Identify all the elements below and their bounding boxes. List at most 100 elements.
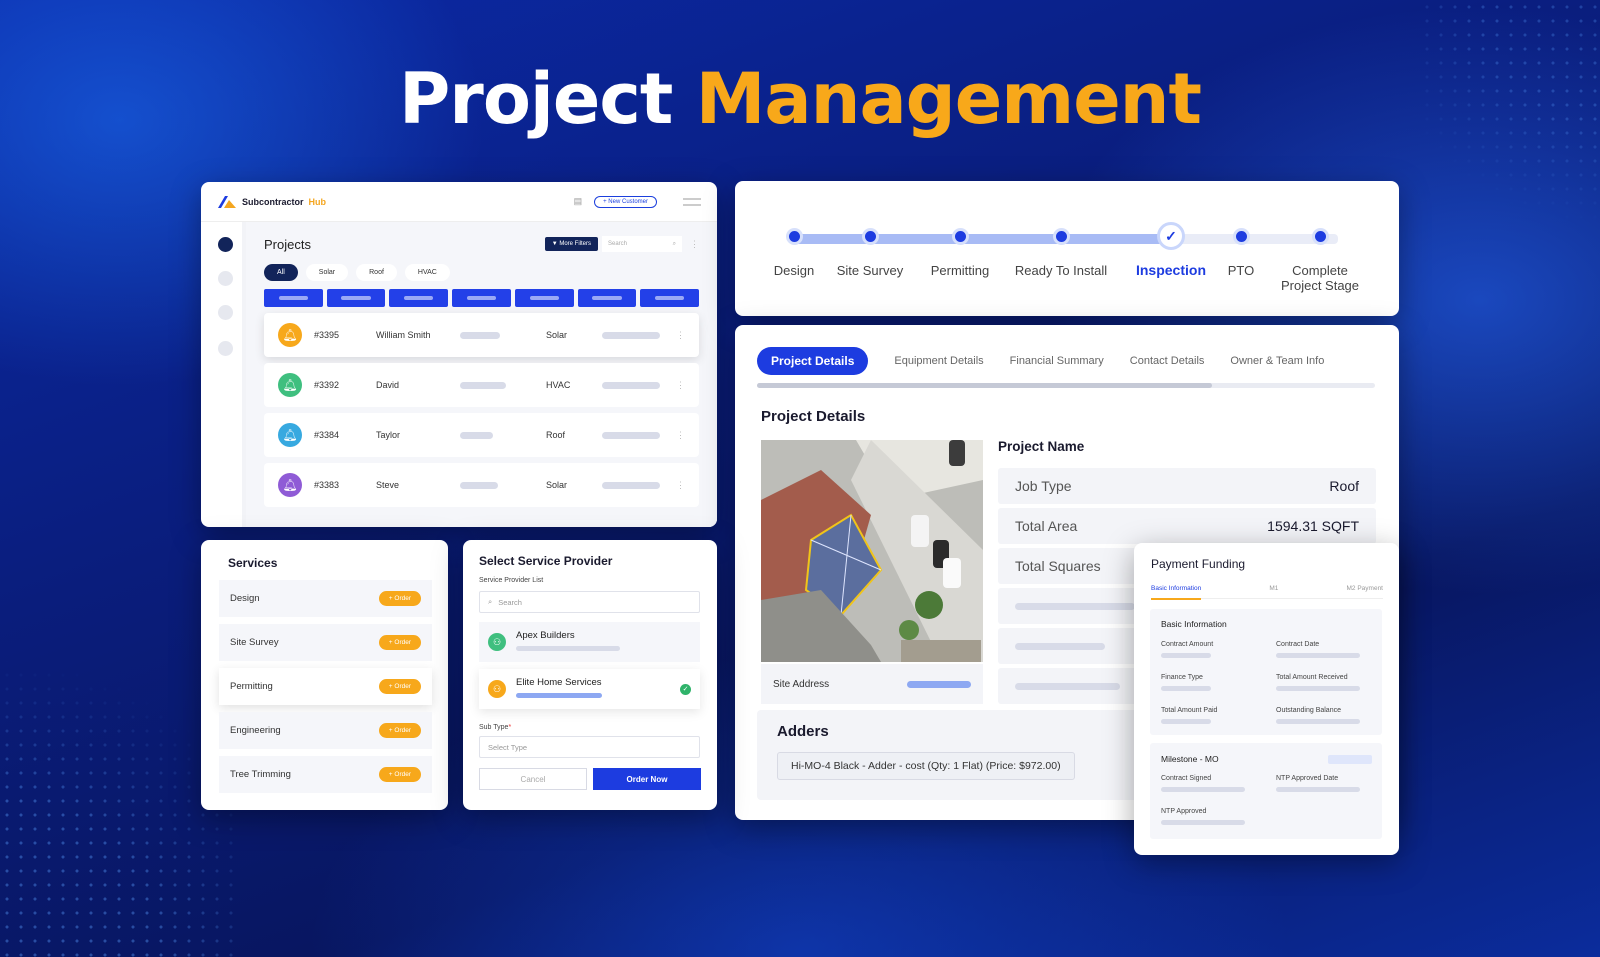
details-tab[interactable]: Owner & Team Info	[1230, 355, 1324, 367]
details-tab[interactable]: Financial Summary	[1010, 355, 1104, 367]
payment-tab-basic[interactable]: Basic Information	[1151, 585, 1202, 600]
step-node-current[interactable]: ✓	[1157, 222, 1185, 250]
row-more-icon[interactable]: ⋮	[676, 480, 685, 491]
field-total-area: Total Area 1594.31 SQFT	[998, 508, 1376, 544]
payment-field-value	[1276, 653, 1360, 658]
payment-field-value	[1276, 719, 1360, 724]
step-node[interactable]	[1312, 228, 1329, 245]
project-id: #3392	[314, 380, 340, 390]
projects-search-input[interactable]: Search ⌕	[602, 236, 682, 252]
order-button[interactable]: + Order	[378, 723, 421, 738]
menu-icon[interactable]	[683, 197, 701, 206]
order-button[interactable]: + Order	[378, 635, 421, 650]
customer-name: David	[376, 380, 400, 390]
adder-item: Hi-MO-4 Black - Adder - cost (Qty: 1 Fla…	[777, 752, 1075, 780]
payment-field-value	[1161, 787, 1245, 792]
projects-card: Subcontractor Hub ▤ + New Customer Projec…	[201, 182, 717, 527]
table-row[interactable]: 🔔︎ #3392 David HVAC ⋮	[264, 363, 699, 407]
details-tab[interactable]: Equipment Details	[894, 355, 983, 367]
projects-title: Projects	[264, 236, 311, 252]
sidebar-item-4[interactable]	[218, 341, 233, 356]
search-icon: ⌕	[488, 597, 493, 606]
tabs-scrollbar[interactable]	[757, 383, 1375, 388]
details-tab[interactable]: Project Details	[757, 347, 869, 375]
provider-search-input[interactable]: ⌕ Search	[479, 591, 700, 613]
provider-list-label: Service Provider List	[479, 577, 544, 584]
details-tab[interactable]: Contact Details	[1130, 355, 1205, 367]
service-name: Tree Trimming	[230, 769, 291, 780]
payment-field-value	[1276, 686, 1360, 691]
step-node[interactable]	[862, 228, 879, 245]
section-title: Project Details	[761, 408, 866, 425]
more-filters-button[interactable]: ▼ More Filters	[544, 237, 598, 251]
order-button[interactable]: + Order	[378, 679, 421, 694]
projects-table-body: 🔔︎ #3395 William Smith Solar ⋮ 🔔︎ #3392 D…	[264, 313, 699, 507]
adders-title: Adders	[777, 723, 829, 740]
table-header	[264, 289, 700, 307]
payment-field-value	[1276, 787, 1360, 792]
payment-tab-m1[interactable]: M1	[1269, 585, 1278, 592]
bell-icon: 🔔︎	[278, 323, 302, 347]
payment-field-label: Contract Signed	[1161, 775, 1212, 782]
customer-name: Taylor	[376, 430, 401, 440]
bell-icon: 🔔︎	[278, 423, 302, 447]
field-job-type: Job Type Roof	[998, 468, 1376, 504]
filter-chip-solar[interactable]: Solar	[305, 264, 349, 281]
services-card: Services Design + Order Site Survey + Order…	[201, 540, 448, 810]
provider-title: Select Service Provider	[479, 554, 613, 568]
order-button[interactable]: + Order	[378, 767, 421, 782]
order-button[interactable]: + Order	[378, 591, 421, 606]
milestone-box: Milestone - MO Contract Signed NTP Approv…	[1150, 743, 1382, 839]
bell-icon: 🔔︎	[278, 473, 302, 497]
more-icon[interactable]: ⋮	[690, 239, 699, 250]
sidebar-item-1[interactable]	[218, 237, 233, 252]
payment-field-label: NTP Approved	[1161, 808, 1207, 815]
provider-item[interactable]: ⚇ Apex Builders	[479, 622, 700, 662]
payment-field-label: Total Amount Paid	[1161, 707, 1218, 714]
page-headline: Project Management	[399, 58, 1202, 140]
cancel-button[interactable]: Cancel	[479, 768, 587, 790]
table-row[interactable]: 🔔︎ #3383 Steve Solar ⋮	[264, 463, 699, 507]
filter-chip-roof[interactable]: Roof	[356, 264, 397, 281]
service-item: Permitting + Order	[219, 668, 432, 705]
payment-tab-m2[interactable]: M2 Payment	[1347, 585, 1384, 592]
filter-chip-hvac[interactable]: HVAC	[404, 264, 450, 281]
sidebar-item-2[interactable]	[218, 271, 233, 286]
step-node[interactable]	[952, 228, 969, 245]
step-node[interactable]	[1053, 228, 1070, 245]
payment-field-value	[1161, 820, 1245, 825]
step-label: Ready To Install	[1014, 263, 1108, 278]
step-node[interactable]	[786, 228, 803, 245]
subtype-select[interactable]: Select Type	[479, 736, 700, 758]
payment-field-label: Outstanding Balance	[1276, 707, 1341, 714]
new-customer-button[interactable]: + New Customer	[594, 195, 657, 208]
payment-field-value	[1161, 686, 1211, 691]
payment-field-value	[1161, 719, 1211, 724]
payment-field-label: Contract Amount	[1161, 641, 1214, 648]
table-row[interactable]: 🔔︎ #3395 William Smith Solar ⋮	[264, 313, 699, 357]
step-node[interactable]	[1233, 228, 1250, 245]
select-provider-card: Select Service Provider Service Provider…	[463, 540, 717, 810]
filter-chip-all[interactable]: All	[264, 264, 298, 281]
row-more-icon[interactable]: ⋮	[676, 430, 685, 441]
project-type: Solar	[546, 330, 568, 340]
milestone-badge	[1328, 755, 1372, 764]
selected-check-icon: ✓	[680, 683, 691, 695]
service-name: Site Survey	[230, 637, 279, 648]
payment-field-label: NTP Approved Date	[1276, 775, 1339, 782]
order-now-button[interactable]: Order Now	[593, 768, 701, 790]
provider-item[interactable]: ⚇ Elite Home Services ✓	[479, 669, 700, 709]
row-more-icon[interactable]: ⋮	[676, 380, 685, 391]
projects-main: Projects ▼ More Filters Search ⌕ ⋮ All Sol…	[246, 222, 717, 527]
milestone-title: Milestone - MO	[1161, 754, 1219, 764]
sidebar-item-3[interactable]	[218, 305, 233, 320]
customer-name: William Smith	[376, 330, 431, 340]
project-id: #3383	[314, 480, 340, 490]
bell-icon: 🔔︎	[278, 373, 302, 397]
project-type: Solar	[546, 480, 568, 490]
calendar-icon[interactable]: ▤	[574, 196, 583, 207]
table-row[interactable]: 🔔︎ #3384 Taylor Roof ⋮	[264, 413, 699, 457]
payment-field-label: Finance Type	[1161, 674, 1203, 681]
stepper-progress	[794, 234, 1173, 244]
row-more-icon[interactable]: ⋮	[676, 330, 685, 341]
